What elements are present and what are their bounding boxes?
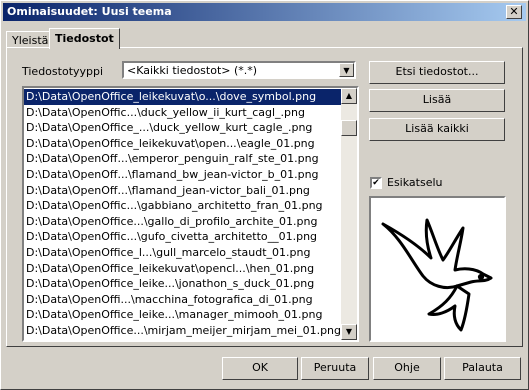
window-title: Ominaisuudet: Uusi teema — [7, 5, 172, 18]
reset-button[interactable]: Palauta — [444, 357, 521, 380]
help-button[interactable]: Ohje — [373, 357, 441, 380]
cancel-button[interactable]: Peruuta — [301, 357, 369, 380]
close-icon: ✕ — [509, 5, 519, 18]
ok-button[interactable]: OK — [222, 357, 298, 380]
close-button[interactable]: ✕ — [506, 5, 522, 19]
files-tab-panel — [6, 47, 523, 347]
tab-files[interactable]: Tiedostot — [49, 28, 120, 49]
title-bar: Ominaisuudet: Uusi teema ✕ — [3, 3, 526, 21]
